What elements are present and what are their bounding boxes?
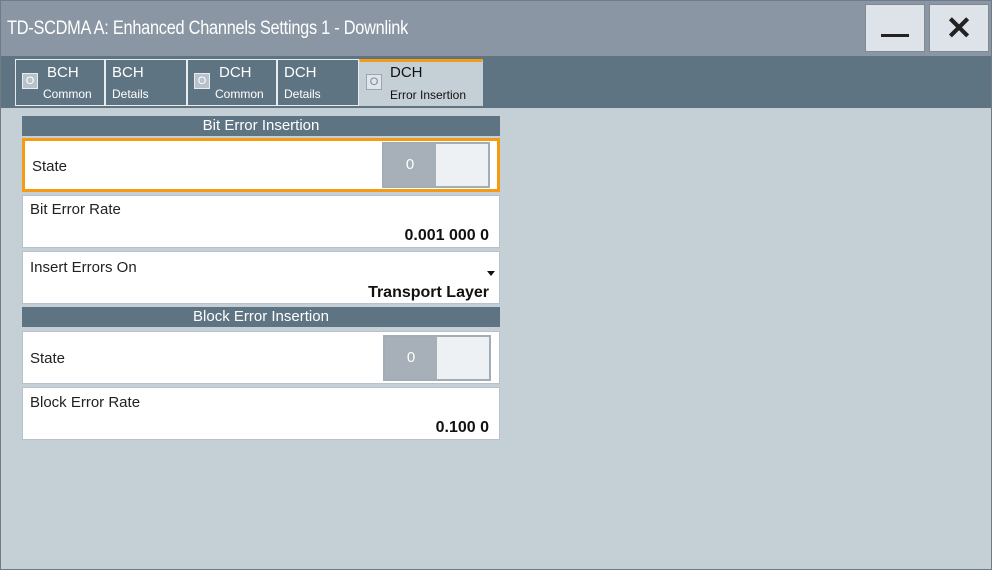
tab-title: DCH [284,64,317,81]
close-button[interactable]: ✕ [929,4,989,52]
minimize-button[interactable] [865,4,925,52]
block-error-rate-field[interactable]: Block Error Rate 0.100 0 [22,387,500,440]
block-error-section-header: Block Error Insertion [22,307,500,327]
tab-strip: O BCH Common BCH Details O DCH Common DC… [1,56,991,108]
bit-error-state-field[interactable]: State 0 [22,138,500,192]
tab-title: DCH [390,64,423,81]
bit-error-section-header: Bit Error Insertion [22,116,500,136]
tab-subtitle: Common [43,87,92,101]
tab-title: DCH [219,64,252,81]
field-label: Bit Error Rate [30,201,121,218]
field-label: Insert Errors On [30,259,137,276]
tab-state-led-icon: O [22,73,38,89]
toggle-knob: 0 [384,144,436,186]
tab-bch-details[interactable]: BCH Details [105,59,187,106]
tab-dch-error-insertion[interactable]: O DCH Error Insertion [359,59,483,106]
toggle-knob: 0 [385,337,437,379]
tab-dch-details[interactable]: DCH Details [277,59,359,106]
close-icon: ✕ [945,10,973,46]
field-label: State [32,158,68,175]
title-bar: TD-SCDMA A: Enhanced Channels Settings 1… [1,1,991,56]
bit-error-state-toggle[interactable]: 0 [382,142,490,188]
tab-dch-common[interactable]: O DCH Common [187,59,277,106]
block-error-state-field[interactable]: State 0 [22,331,500,384]
insert-errors-on-dropdown[interactable]: Insert Errors On Transport Layer [22,251,500,304]
bit-error-rate-field[interactable]: Bit Error Rate 0.001 000 0 [22,195,500,248]
field-label: State [30,350,66,367]
bit-error-rate-value: 0.001 000 0 [404,227,489,244]
tab-title: BCH [112,64,144,81]
tab-subtitle: Details [112,87,149,101]
tab-subtitle: Error Insertion [390,88,467,102]
tab-state-led-icon: O [194,73,210,89]
dialog-window: TD-SCDMA A: Enhanced Channels Settings 1… [0,0,992,570]
dropdown-arrow-icon [487,271,495,276]
block-error-rate-value: 0.100 0 [435,419,489,436]
window-title: TD-SCDMA A: Enhanced Channels Settings 1… [7,18,408,39]
block-error-state-toggle[interactable]: 0 [383,335,491,381]
tab-subtitle: Details [284,87,321,101]
tab-subtitle: Common [215,87,264,101]
minimize-icon [881,33,909,37]
tab-bch-common[interactable]: O BCH Common [15,59,105,106]
insert-errors-on-value: Transport Layer [368,284,489,301]
tab-state-led-icon: O [366,74,382,90]
tab-title: BCH [47,64,79,81]
field-label: Block Error Rate [30,394,141,411]
